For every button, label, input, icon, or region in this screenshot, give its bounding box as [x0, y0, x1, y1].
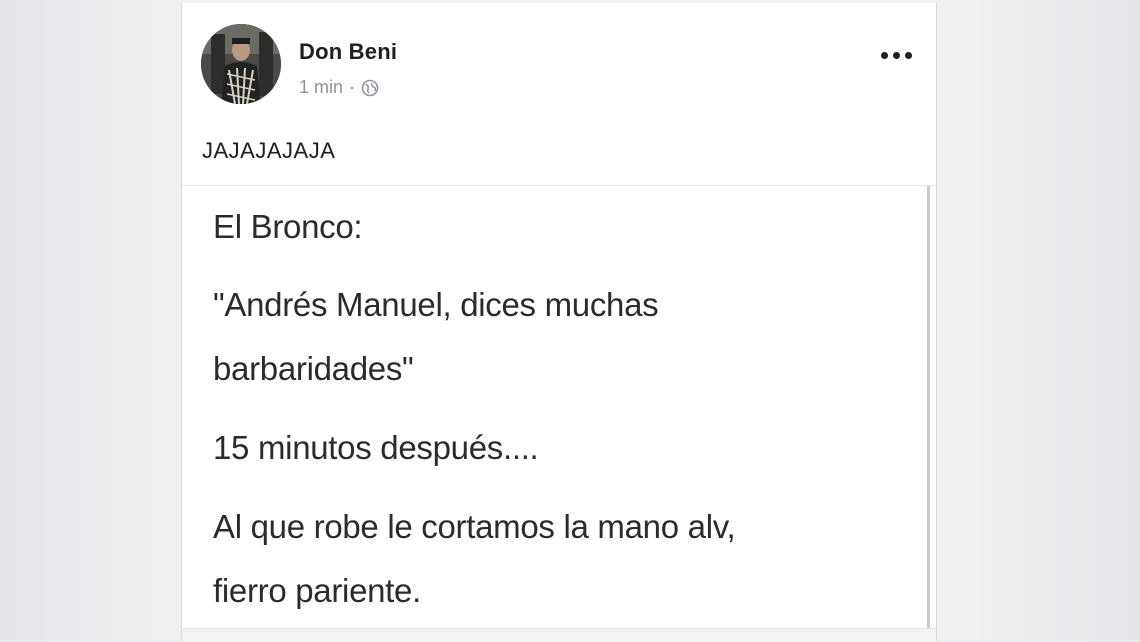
post-header: Don Beni 1 min ·	[182, 3, 936, 113]
post-meta: 1 min ·	[299, 77, 379, 98]
post-text: JAJAJAJAJA	[202, 138, 336, 163]
quote-line: "Andrés Manuel, dices muchas	[213, 286, 659, 323]
avatar[interactable]	[201, 24, 281, 104]
more-options-dot	[892, 51, 900, 59]
post-footer-strip	[182, 628, 936, 642]
post-card: Don Beni 1 min · JAJAJAJAJA El Bronco: "…	[181, 3, 937, 642]
quote-line: El Bronco:	[213, 208, 363, 245]
quote-line: 15 minutos después....	[213, 429, 539, 466]
more-options-dot	[880, 51, 888, 59]
quote-line: fierro pariente.	[213, 572, 421, 609]
quote-line: Al que robe le cortamos la mano alv,	[213, 508, 736, 545]
more-options-dot	[904, 51, 912, 59]
avatar-photo	[201, 24, 281, 104]
author-name[interactable]: Don Beni	[299, 39, 397, 65]
meta-separator: ·	[349, 77, 356, 97]
globe-icon[interactable]	[361, 79, 379, 97]
more-options-icon[interactable]	[878, 43, 914, 67]
post-timestamp[interactable]: 1 min	[299, 77, 343, 98]
quote-line: barbaridades"	[213, 350, 414, 387]
shared-image[interactable]: El Bronco: "Andrés Manuel, dices muchas …	[182, 186, 930, 628]
